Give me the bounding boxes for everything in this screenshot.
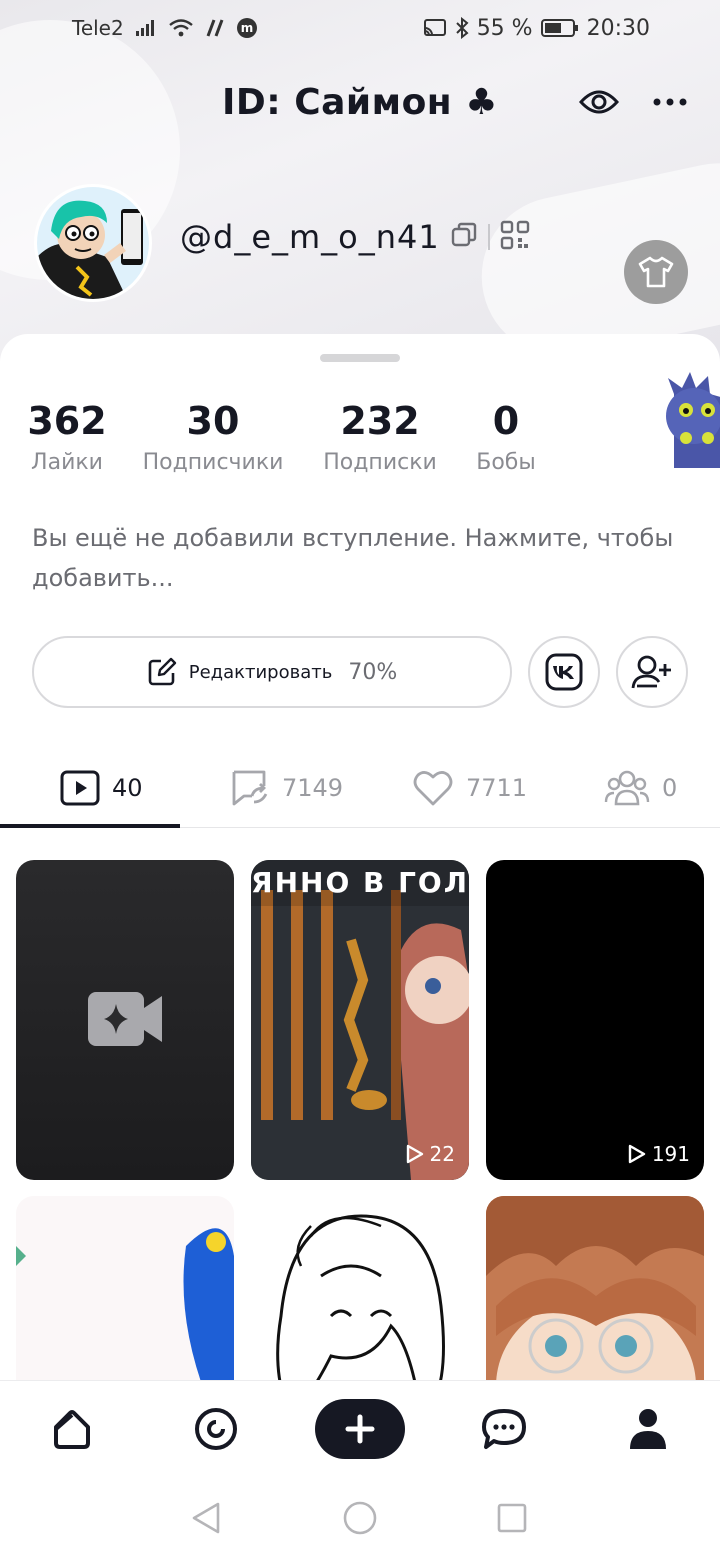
edit-icon [148,657,176,686]
profile-header: ID: Саймон ♣ [0,72,720,132]
clock: 20:30 [586,15,650,41]
bluetooth-icon [455,17,469,39]
repost-icon [232,770,268,806]
video-icon [60,770,100,806]
content-tabs: 40 7149 7711 0 [0,744,720,828]
tab-videos[interactable]: 40 [60,762,143,814]
battery-icon [540,18,579,38]
stat-value: 232 [340,399,420,443]
carrier-label: Tele2 [72,16,124,40]
stat-label: Лайки [31,450,103,475]
visitors-button[interactable] [576,82,622,122]
eye-icon [579,90,619,114]
data-speed-icon [204,18,226,38]
tab-count: 40 [112,774,143,802]
outfit-button[interactable] [624,240,688,304]
copy-icon[interactable] [450,221,478,253]
profile-completion: 70% [348,659,398,685]
tab-count: 0 [662,774,678,802]
tshirt-icon [638,256,674,288]
username-row: @d_e_m_o_n41 [180,218,530,256]
recents-square-icon [497,1503,527,1533]
sheet-handle[interactable] [320,354,400,362]
view-count-value: 22 [429,1142,455,1166]
tab-count: 7711 [466,774,528,802]
profile-icon [630,1409,666,1449]
stat-label: Подписки [323,450,437,475]
play-icon [628,1144,646,1164]
video-tile[interactable]: ЯННО В ГОЛ 22 [251,860,469,1180]
signal-icon [134,18,158,38]
vk-icon [545,653,583,691]
more-button[interactable] [650,82,690,122]
page-title: ID: Саймон ♣ [222,81,498,123]
bottom-navigation [0,1380,720,1476]
system-recents-button[interactable] [492,1498,532,1538]
stats-row: 362 Лайки 30 Подписчики 232 Подписки 0 Б… [27,398,536,475]
messages-icon [482,1409,526,1449]
profile-sheet: 362 Лайки 30 Подписчики 232 Подписки 0 Б… [0,334,720,1560]
battery-percent: 55 % [476,15,533,41]
edit-profile-button[interactable]: Редактировать 70% [32,636,512,708]
username: @d_e_m_o_n41 [180,218,440,256]
more-icon [653,98,687,106]
vk-link-button[interactable] [528,636,600,708]
system-navigation-bar [0,1476,720,1560]
create-icon [345,1414,375,1444]
status-bar: Tele2 m 55 % 20:30 [0,0,720,56]
tab-count: 7149 [282,774,344,802]
view-count-value: 191 [651,1142,690,1166]
group-icon [604,770,650,806]
mascot-sticker[interactable] [664,364,720,468]
nav-home[interactable] [44,1401,100,1457]
wifi-icon [168,18,194,38]
stat-value: 30 [186,399,240,443]
home-circle-icon [343,1501,377,1535]
tab-liked[interactable]: 7711 [412,762,527,814]
play-icon [406,1144,423,1164]
active-tab-indicator [0,824,180,828]
system-back-button[interactable] [186,1498,226,1538]
video-thumbnail [251,860,469,1180]
username-divider [487,224,490,250]
tab-reposts[interactable]: 7149 [230,762,343,814]
stat-label: Бобы [476,450,536,475]
nav-messages[interactable] [476,1401,532,1457]
stat-likes[interactable]: 362 Лайки [27,398,106,475]
nav-profile[interactable] [620,1401,676,1457]
system-home-button[interactable] [340,1498,380,1538]
back-triangle-icon [192,1502,220,1534]
video-caption: ЯННО В ГОЛ [251,866,469,899]
stat-label: Подписчики [142,450,284,475]
stat-value: 0 [492,399,520,443]
avatar-image [37,187,149,299]
cast-icon [423,18,447,38]
qr-code-icon[interactable] [500,220,530,254]
view-count: 191 [628,1142,690,1166]
add-user-icon [631,655,671,689]
stat-followers[interactable]: 30 Подписчики [142,398,284,475]
profile-actions: Редактировать 70% [32,636,688,708]
heart-icon [413,771,453,806]
stat-value: 362 [27,399,107,443]
video-tile[interactable]: 191 [486,860,704,1180]
draft-tile[interactable] [16,860,234,1180]
create-button[interactable] [315,1399,405,1459]
app-notification-icon: m [236,17,258,39]
add-friend-button[interactable] [616,636,688,708]
stat-beans[interactable]: 0 Бобы [476,398,536,475]
home-icon [54,1410,90,1449]
stat-following[interactable]: 232 Подписки [323,398,437,475]
tab-groups[interactable]: 0 [604,762,677,814]
nav-explore[interactable] [188,1401,244,1457]
bio-placeholder[interactable]: Вы ещё не добавили вступление. Нажмите, … [32,518,692,598]
avatar[interactable] [34,184,152,302]
explore-icon [195,1408,237,1450]
view-count: 22 [406,1142,455,1166]
svg-text:m: m [240,21,253,35]
draft-video-icon [88,992,162,1046]
edit-profile-label: Редактировать [188,661,333,683]
